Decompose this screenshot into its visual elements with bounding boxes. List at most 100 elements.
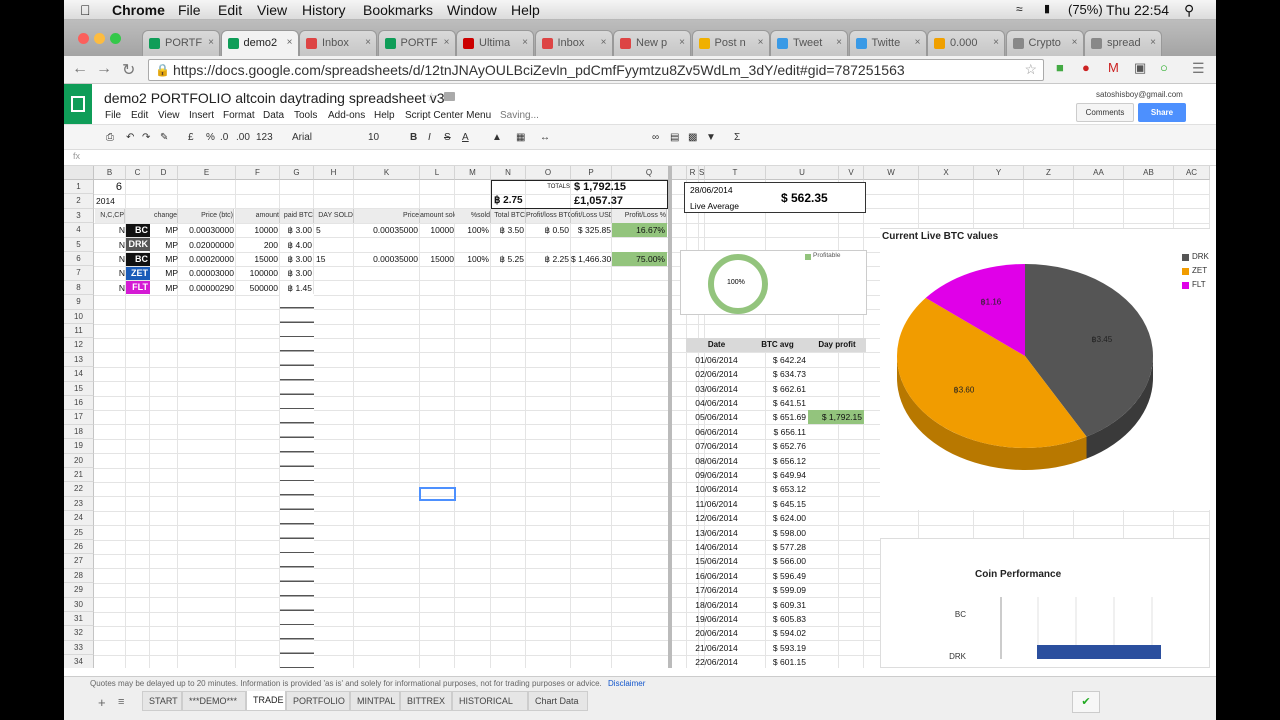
docs-menu-help[interactable]: Help (374, 110, 395, 121)
chrome-menu-icon[interactable]: ☰ (1192, 60, 1205, 77)
menu-help[interactable]: Help (511, 2, 540, 18)
cell-status[interactable]: N (95, 266, 125, 280)
close-tab-icon[interactable]: × (601, 37, 607, 48)
fill-color-icon[interactable]: ▲ (492, 132, 502, 143)
daily-date[interactable]: 17/06/2014 (686, 583, 747, 597)
cell-percent-sold[interactable]: 100% (455, 252, 489, 266)
camera-icon[interactable]: ▣ (1134, 60, 1146, 76)
maximize-window-icon[interactable] (110, 33, 121, 44)
formula-bar[interactable]: fx (64, 150, 1216, 166)
column-header[interactable]: N (491, 166, 526, 180)
profitable-donut-chart[interactable]: 100% Profitable (680, 250, 867, 315)
browser-tab[interactable]: demo2 × (220, 30, 299, 56)
sheet-tab[interactable]: TRADE (246, 691, 286, 711)
docs-menu-addons[interactable]: Add-ons (328, 110, 365, 121)
doc-title[interactable]: demo2 PORTFOLIO altcoin daytrading sprea… (104, 90, 445, 106)
cell-exchange[interactable]: MP (150, 223, 178, 237)
row-header[interactable]: 18 (64, 424, 94, 440)
cell-profit-btc[interactable]: ฿ 0.50 (526, 223, 569, 237)
table-header[interactable]: N,C,CP (95, 208, 125, 223)
row-header[interactable]: 1 (64, 180, 94, 195)
close-window-icon[interactable] (78, 33, 89, 44)
menu-chrome[interactable]: Chrome (112, 2, 165, 18)
column-header[interactable]: O (526, 166, 571, 180)
font-dropdown[interactable]: Arial (292, 132, 312, 143)
table-header[interactable]: Profit/loss BTC (526, 208, 571, 223)
comments-button[interactable]: Comments (1076, 103, 1134, 122)
daily-btc-avg[interactable]: $ 651.69 (747, 410, 806, 424)
daily-date[interactable]: 15/06/2014 (686, 554, 747, 568)
extension-icon[interactable]: ■ (1056, 60, 1064, 75)
daily-date[interactable]: 21/06/2014 (686, 641, 747, 655)
cell-profit-usd[interactable]: $ 325.85 (571, 223, 611, 237)
cell-status[interactable]: N (95, 252, 125, 266)
menu-view[interactable]: View (257, 2, 287, 18)
daily-date[interactable]: 19/06/2014 (686, 612, 747, 626)
column-header[interactable]: L (420, 166, 455, 180)
row-header[interactable]: 23 (64, 496, 94, 512)
bar-drk[interactable] (1037, 645, 1161, 659)
row-header[interactable]: 21 (64, 468, 94, 483)
bar-chart[interactable]: Coin Performance BC DRK (880, 538, 1210, 668)
cell-b2[interactable]: 2014 (96, 194, 126, 208)
browser-tab[interactable]: Post n × (691, 30, 770, 56)
table-header[interactable]: change (150, 208, 178, 223)
column-header[interactable]: E (178, 166, 236, 180)
borders-icon[interactable]: ▦ (516, 132, 525, 143)
reload-icon[interactable]: ↻ (122, 60, 135, 80)
table-header[interactable]: ofit/Loss USD (571, 208, 612, 223)
close-tab-icon[interactable]: × (1150, 37, 1156, 48)
daily-btc-avg[interactable]: $ 656.11 (747, 425, 806, 439)
daily-btc-avg[interactable]: $ 656.12 (747, 454, 806, 468)
column-header[interactable]: C (126, 166, 150, 180)
menu-window[interactable]: Window (447, 2, 497, 18)
daily-header[interactable]: Day profit (808, 338, 866, 353)
pie-legend-item[interactable]: FLT (1182, 279, 1210, 293)
sheet-tab[interactable]: Chart Data (528, 691, 588, 711)
row-header[interactable]: 16 (64, 396, 94, 411)
column-header[interactable]: P (571, 166, 612, 180)
close-tab-icon[interactable]: × (365, 37, 371, 48)
close-tab-icon[interactable]: × (836, 37, 842, 48)
daily-date[interactable]: 10/06/2014 (686, 482, 747, 496)
docs-menu-edit[interactable]: Edit (131, 110, 148, 121)
daily-date[interactable]: 11/06/2014 (686, 497, 747, 511)
column-header[interactable]: W (864, 166, 919, 180)
redo-icon[interactable]: ↷ (142, 132, 150, 143)
share-button[interactable]: Share (1138, 103, 1186, 122)
browser-tab[interactable]: Crypto × (1005, 30, 1084, 56)
sheet-tab[interactable]: PORTFOLIO (286, 691, 350, 711)
column-header[interactable]: B (94, 166, 126, 180)
docs-menu-data[interactable]: Data (263, 110, 284, 121)
row-header[interactable]: 3 (64, 208, 94, 224)
daily-btc-avg[interactable]: $ 609.31 (747, 598, 806, 612)
column-header[interactable]: Z (1024, 166, 1074, 180)
docs-menu-script-center[interactable]: Script Center Menu (405, 110, 491, 121)
cell-exchange[interactable]: MP (150, 266, 178, 280)
close-tab-icon[interactable]: × (444, 37, 450, 48)
cell-amount[interactable]: 100000 (236, 266, 278, 280)
cell-paid-btc[interactable]: ฿ 3.00 (280, 266, 312, 280)
daily-date[interactable]: 09/06/2014 (686, 468, 747, 482)
daily-date[interactable]: 01/06/2014 (686, 353, 747, 367)
extension-icon[interactable]: ○ (1160, 60, 1168, 75)
comment-icon[interactable]: ▤ (670, 132, 679, 143)
daily-date[interactable]: 14/06/2014 (686, 540, 747, 554)
row-header[interactable]: 17 (64, 410, 94, 425)
row-header[interactable]: 19 (64, 439, 94, 454)
cell-exchange[interactable]: MP (150, 238, 178, 252)
daily-date[interactable]: 16/06/2014 (686, 569, 747, 583)
cell-amount[interactable]: 10000 (236, 223, 278, 237)
table-header[interactable]: paid BTC (280, 208, 314, 223)
cell-paid-btc[interactable]: ฿ 3.00 (280, 223, 312, 237)
cell-price-btc[interactable]: 0.00030000 (178, 223, 234, 237)
table-header[interactable]: Price (354, 208, 420, 223)
row-header[interactable]: 5 (64, 237, 94, 252)
sheet-list-icon[interactable]: ≡ (118, 696, 124, 708)
coin-badge[interactable]: FLT (126, 281, 150, 295)
daily-date[interactable]: 13/06/2014 (686, 526, 747, 540)
close-tab-icon[interactable]: × (993, 37, 999, 48)
close-tab-icon[interactable]: × (679, 37, 685, 48)
cell-price-btc[interactable]: 0.02000000 (178, 238, 234, 252)
close-tab-icon[interactable]: × (758, 37, 764, 48)
